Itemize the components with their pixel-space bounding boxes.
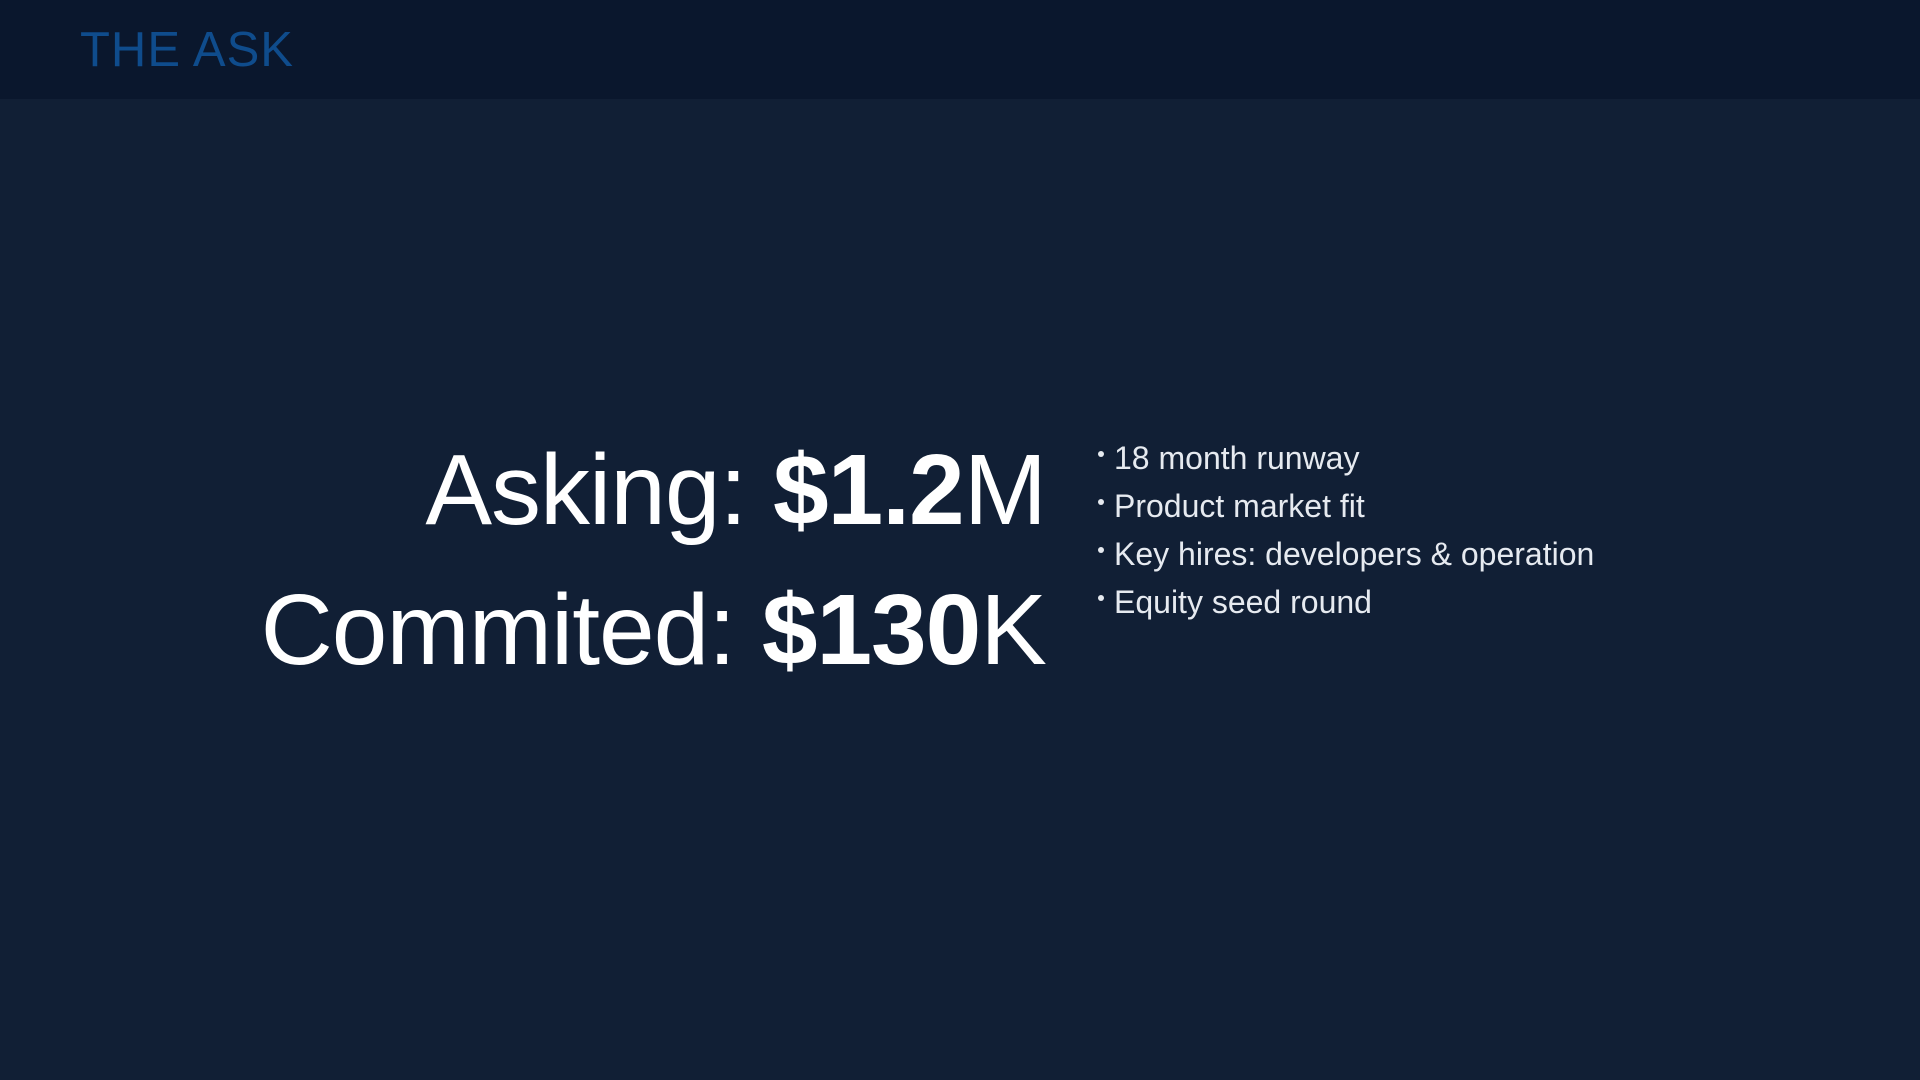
asking-value: $1.2 — [773, 434, 965, 546]
bullet-icon — [1098, 499, 1104, 505]
bullet-icon — [1098, 595, 1104, 601]
bullet-text: Product market fit — [1114, 488, 1365, 524]
asking-unit: M — [963, 434, 1047, 546]
ask-bullet-list: 18 month runway Product market fit Key h… — [1098, 434, 1594, 626]
bullet-icon — [1098, 547, 1104, 553]
slide: THE ASK Asking: $1.2M Commited: $130K 18… — [0, 0, 1920, 1080]
bullet-text: Key hires: developers & operation — [1114, 536, 1595, 572]
list-item: Key hires: developers & operation — [1098, 530, 1594, 578]
bullet-icon — [1098, 451, 1104, 457]
committed-unit: K — [980, 574, 1047, 686]
bullet-text: 18 month runway — [1114, 440, 1360, 476]
committed-amount: Commited: $130K — [260, 560, 1047, 700]
slide-title: THE ASK — [80, 23, 294, 77]
committed-label: Commited: — [260, 574, 762, 686]
list-item: Equity seed round — [1098, 578, 1594, 626]
asking-label: Asking: — [425, 434, 774, 546]
funding-amounts: Asking: $1.2M Commited: $130K — [260, 420, 1047, 700]
bullet-text: Equity seed round — [1114, 584, 1372, 620]
list-item: 18 month runway — [1098, 434, 1594, 482]
asking-amount: Asking: $1.2M — [261, 420, 1047, 560]
header-bar: THE ASK — [0, 0, 1920, 99]
committed-value: $130 — [761, 574, 981, 686]
list-item: Product market fit — [1098, 482, 1594, 530]
